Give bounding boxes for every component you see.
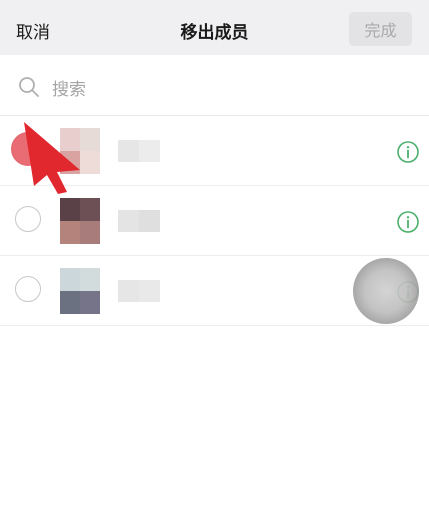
avatar — [60, 198, 100, 244]
info-icon[interactable] — [396, 210, 420, 234]
info-icon[interactable] — [396, 140, 420, 164]
avatar-pixel — [80, 151, 100, 174]
avatar-pixel — [80, 291, 100, 314]
avatar — [60, 268, 100, 314]
avatar-pixel — [60, 221, 80, 244]
member-select-radio[interactable] — [15, 276, 41, 302]
search-input[interactable]: 搜索 — [52, 75, 86, 100]
member-select-radio[interactable] — [15, 206, 41, 232]
member-name-blurred — [118, 140, 160, 162]
avatar-pixel — [60, 291, 80, 314]
touch-indicator — [353, 258, 419, 324]
avatar-pixel — [80, 128, 100, 151]
member-row[interactable] — [0, 186, 429, 256]
member-name-blurred — [118, 280, 160, 302]
navigation-bar: 取消 移出成员 完成 — [0, 0, 429, 55]
avatar-pixel — [80, 221, 100, 244]
done-button[interactable]: 完成 — [349, 12, 412, 46]
avatar-pixel — [80, 198, 100, 221]
search-bar[interactable]: 搜索 — [0, 55, 429, 116]
avatar-pixel — [60, 198, 80, 221]
search-icon — [19, 77, 39, 97]
avatar-pixel — [60, 268, 80, 291]
member-name-blurred — [118, 210, 160, 232]
avatar-pixel — [80, 268, 100, 291]
red-arrow-pointer — [24, 122, 80, 194]
